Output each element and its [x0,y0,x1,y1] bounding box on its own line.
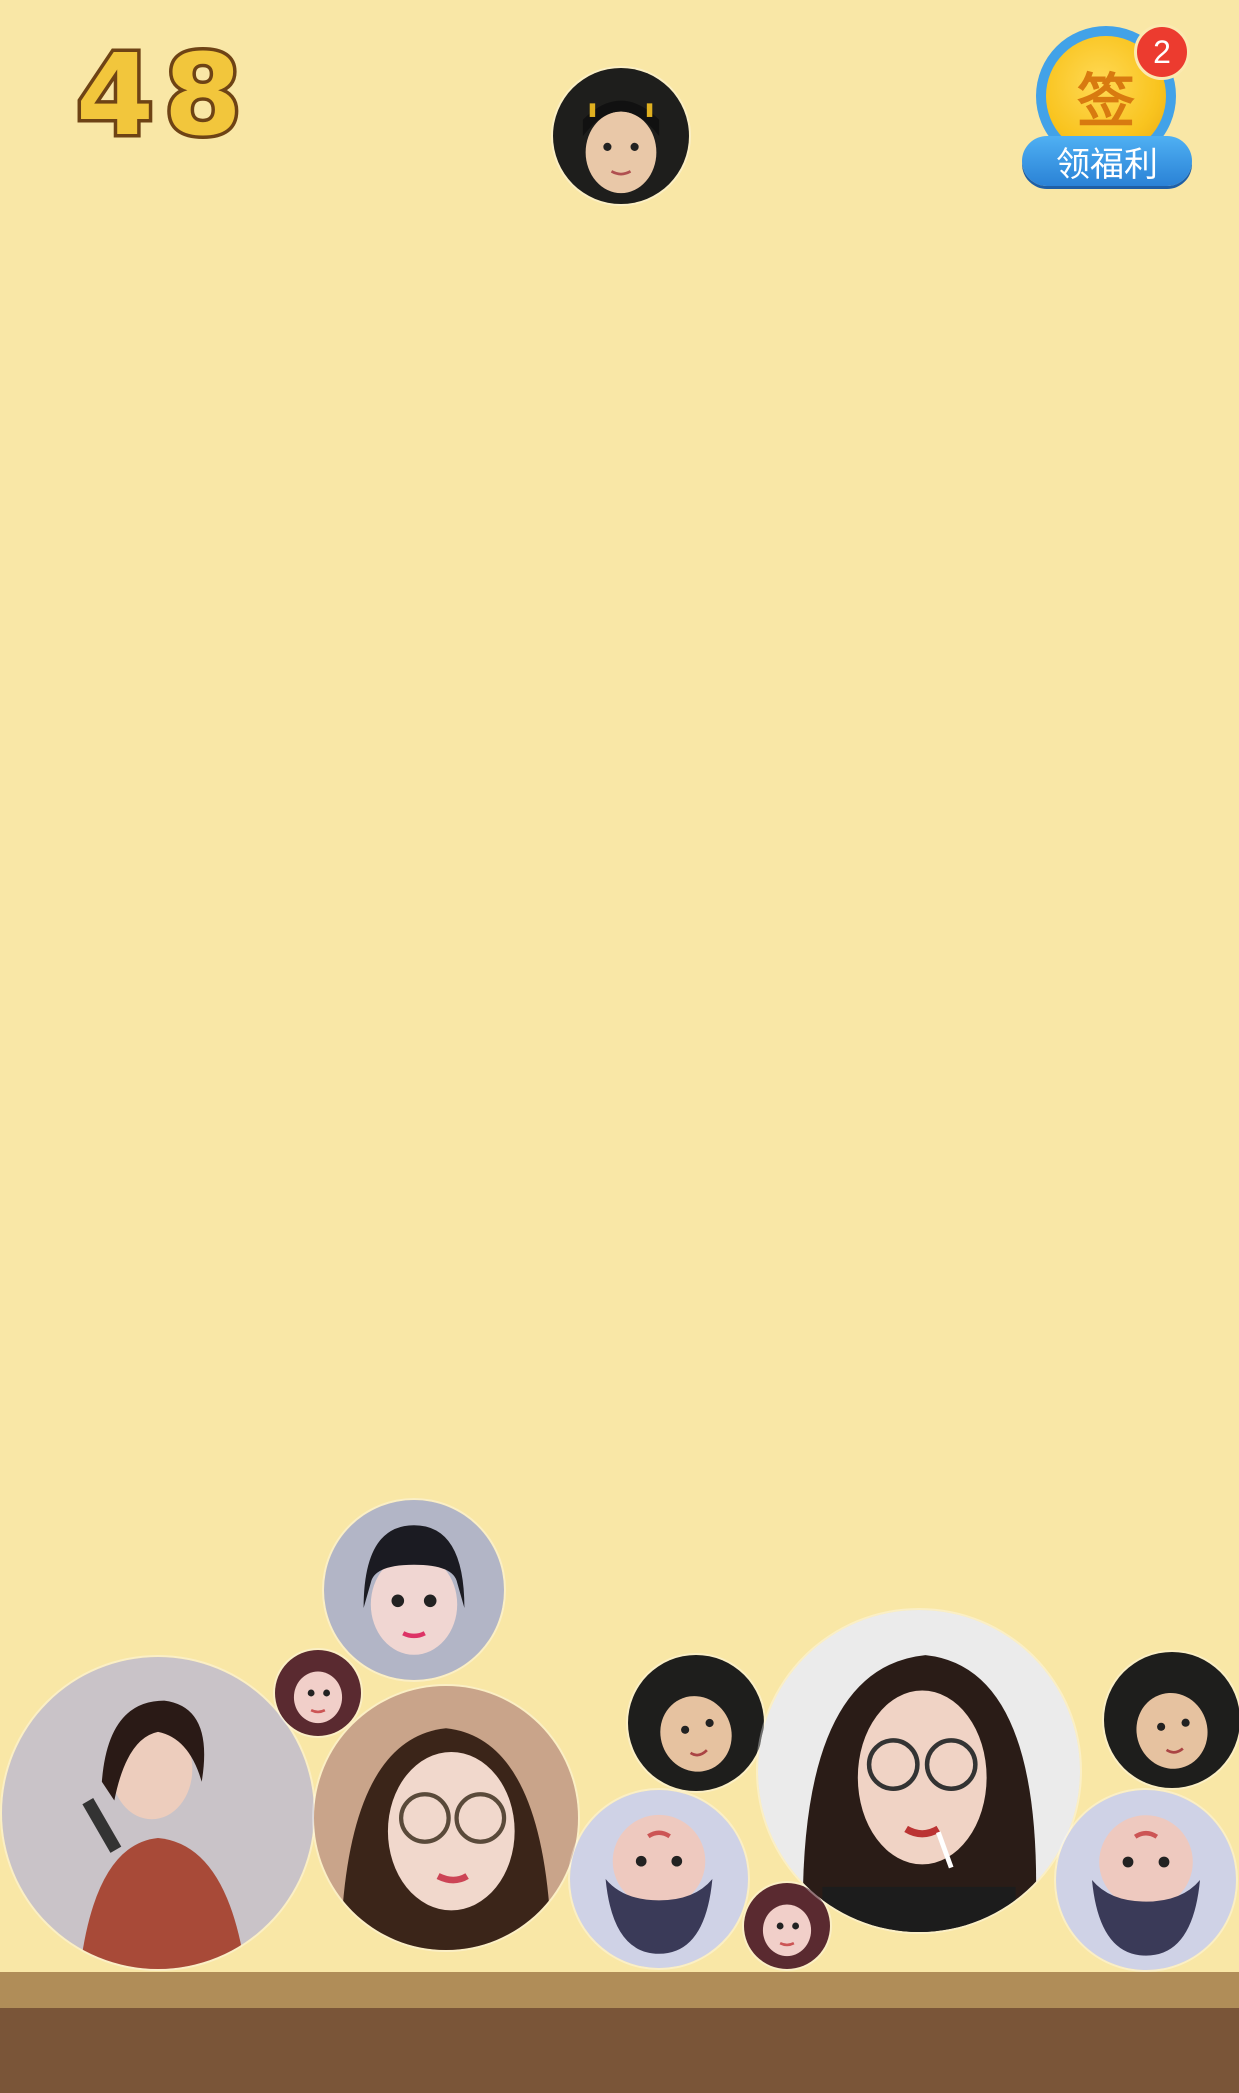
ball-child-portrait-icon [1104,1652,1239,1788]
ball-singer-red-dress-portrait-icon [2,1657,314,1969]
notification-badge: 2 [1134,24,1190,80]
next-ball-girl-child-portrait-icon[interactable] [553,68,689,204]
welfare-label: 领福利 [1022,136,1192,186]
ball-upside-down-child-portrait-icon [570,1790,748,1968]
ball-upside-down-child-portrait-icon [1056,1790,1236,1970]
ball-glasses-girl-portrait-icon [314,1686,578,1950]
score-counter: 48 [73,31,252,161]
ground-surface [0,1972,1239,2008]
ball-baby-portrait-icon [275,1650,361,1736]
welfare-sign-in-button[interactable]: 签 2 领福利 [1022,24,1192,189]
ball-glasses-lollipop-girl-portrait-icon [758,1610,1080,1932]
ball-child-portrait-icon [628,1655,764,1791]
ball-bangs-girl-portrait-icon [324,1500,504,1680]
ground-base [0,2008,1239,2093]
